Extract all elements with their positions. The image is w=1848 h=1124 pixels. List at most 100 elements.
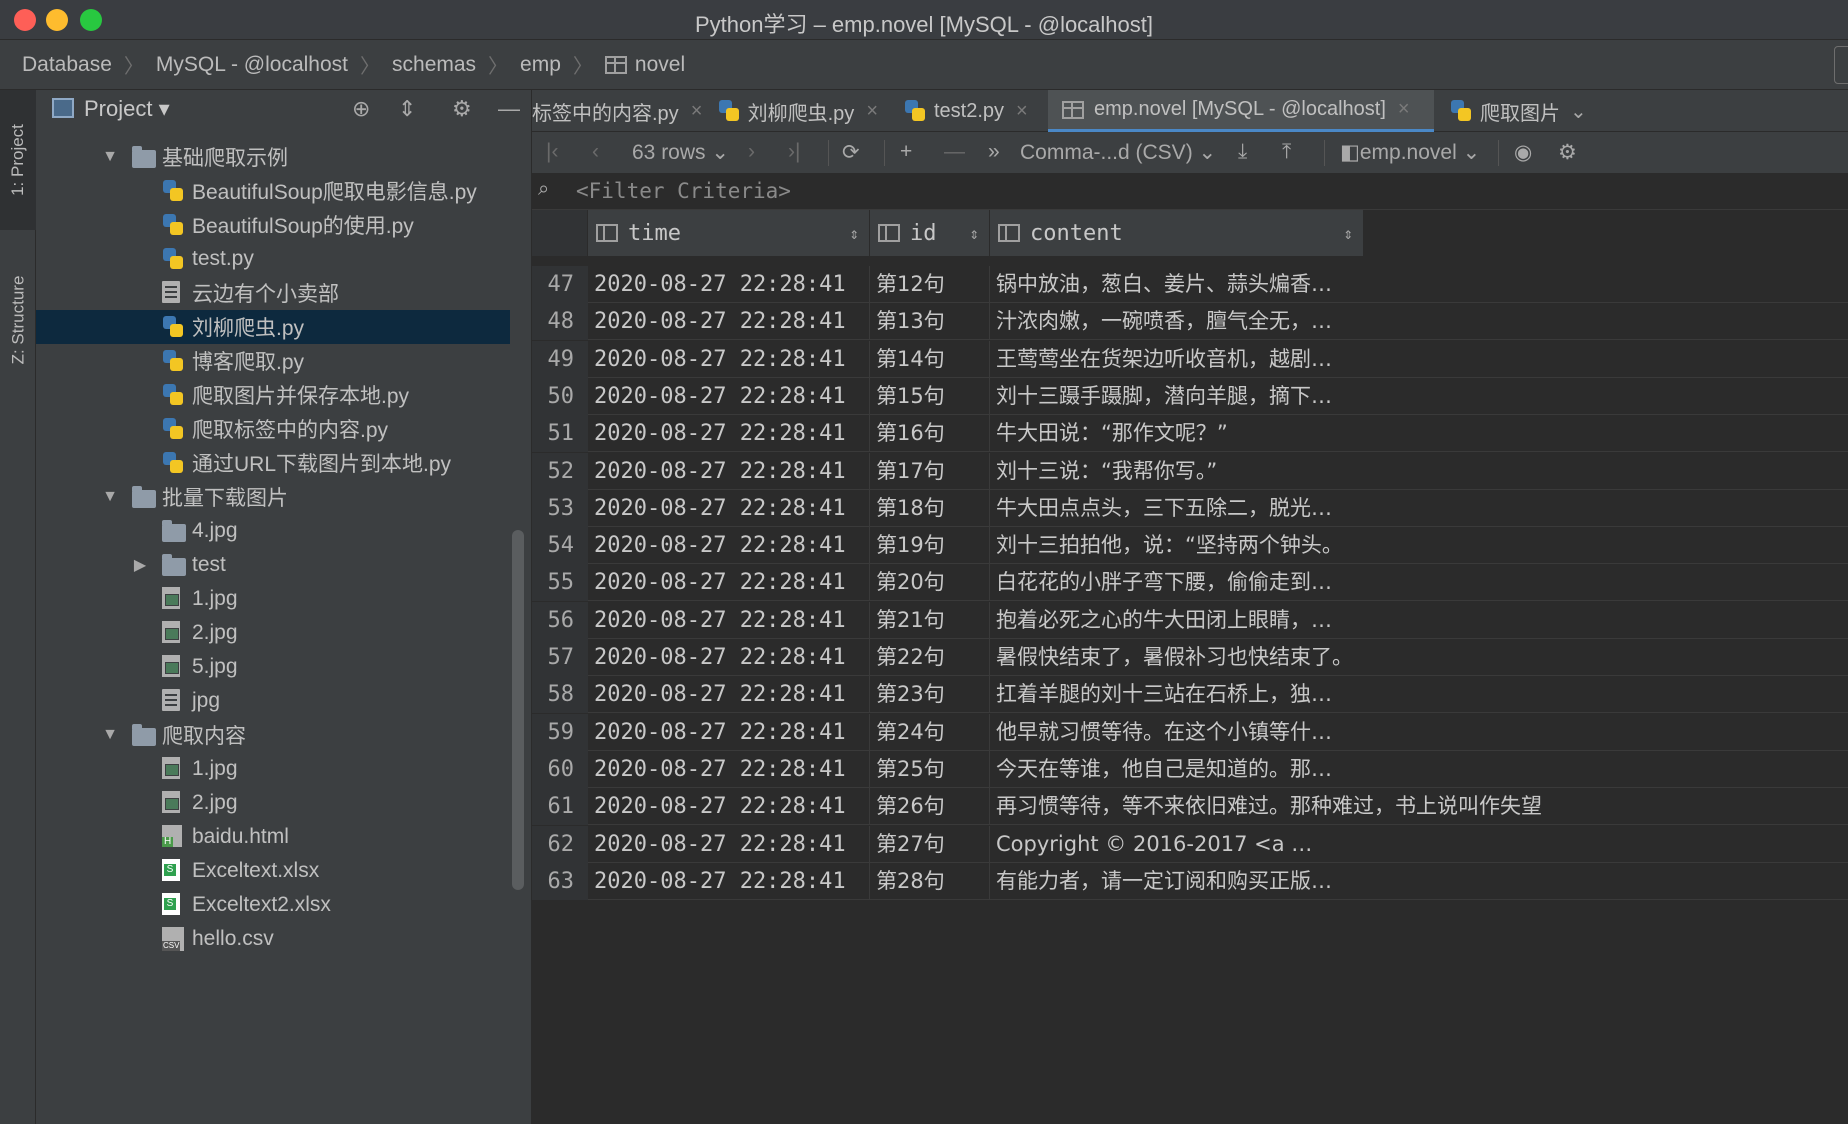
tool-tab-project[interactable]: 1: Project [0, 90, 36, 230]
cell-time[interactable]: 2020-08-27 22:28:41 [588, 601, 870, 639]
cell-content[interactable]: 白花花的小胖子弯下腰，偷偷走到… [990, 564, 1848, 602]
cell-time[interactable]: 2020-08-27 22:28:41 [588, 639, 870, 676]
rows-selector[interactable]: 63 rows ⌄ [632, 140, 729, 165]
cell-time[interactable]: 2020-08-27 22:28:41 [588, 303, 870, 341]
first-page-icon[interactable]: |‹ [546, 140, 558, 164]
expand-arrow-icon[interactable]: ▼ [102, 148, 118, 166]
eye-icon[interactable]: ◉ [1514, 140, 1532, 165]
cell-id[interactable]: 第20句 [870, 564, 990, 602]
cell-id[interactable]: 第25句 [870, 750, 990, 788]
tab-liuliu-py[interactable]: 刘柳爬虫.py × [718, 90, 878, 132]
gear-icon[interactable]: ⚙ [452, 96, 472, 122]
tree-file[interactable]: 1.jpg [36, 752, 510, 786]
close-icon[interactable]: × [866, 100, 878, 123]
cell-id[interactable]: 第19句 [870, 527, 990, 565]
download-icon[interactable]: ⤓ [1238, 140, 1247, 164]
cell-content[interactable]: 刘十三说：“我帮你写。” [990, 453, 1848, 490]
tree-file[interactable]: 爬取图片并保存本地.py [36, 378, 510, 412]
table-row[interactable]: 55 2020-08-27 22:28:41 第20句 白花花的小胖子弯下腰，偷偷走到… [532, 564, 1848, 602]
tree-file[interactable]: 博客爬取.py [36, 344, 510, 378]
tree-file[interactable]: 5.jpg [36, 650, 510, 684]
sort-icon[interactable]: ⇕ [1343, 224, 1353, 243]
cell-content[interactable]: 刘十三拍拍他，说：“坚持两个钟头。 [990, 527, 1848, 565]
close-icon[interactable]: × [1016, 100, 1028, 123]
sort-icon[interactable]: ⇕ [969, 224, 979, 243]
tree-file[interactable]: jpg [36, 684, 510, 718]
expand-arrow-icon[interactable]: ▼ [102, 726, 118, 744]
table-row[interactable]: 47 2020-08-27 22:28:41 第12句 锅中放油，葱白、姜片、蒜头煸香… [532, 266, 1848, 303]
tree-folder[interactable]: ▶ test [36, 548, 510, 582]
datasource-selector[interactable]: ◧emp.novel ⌄ [1340, 140, 1480, 165]
cell-id[interactable]: 第23句 [870, 676, 990, 714]
cell-id[interactable]: 第16句 [870, 415, 990, 453]
more-icon[interactable]: » [988, 140, 1000, 164]
tree-file[interactable]: 刘柳爬虫.py [36, 310, 510, 344]
cell-id[interactable]: 第18句 [870, 489, 990, 527]
tree-folder[interactable]: ▼ 爬取内容 [36, 718, 510, 752]
cell-time[interactable]: 2020-08-27 22:28:41 [588, 788, 870, 826]
cell-content[interactable]: 锅中放油，葱白、姜片、蒜头煸香… [990, 266, 1848, 303]
collapse-arrow-icon[interactable]: ▶ [132, 555, 148, 575]
cell-content[interactable]: 他早就习惯等待。在这个小镇等什… [990, 714, 1848, 751]
export-format-selector[interactable]: Comma-...d (CSV) ⌄ [1020, 140, 1216, 165]
breadcrumb-item-database[interactable]: Database [22, 53, 112, 77]
cell-content[interactable]: 汁浓肉嫩，一碗喷香，膻气全无，… [990, 303, 1848, 341]
previous-page-icon[interactable]: ‹ [592, 140, 599, 164]
cell-time[interactable]: 2020-08-27 22:28:41 [588, 489, 870, 527]
tree-file[interactable]: hello.csv [36, 922, 510, 956]
column-header-time[interactable]: time ⇕ [588, 210, 870, 256]
cell-id[interactable]: 第27句 [870, 825, 990, 863]
tab-paqu-tupian[interactable]: 爬取图片 ⌄ [1450, 90, 1848, 132]
tab-emp-novel[interactable]: emp.novel [MySQL - @localhost] × [1048, 90, 1434, 132]
tab-test2-py[interactable]: test2.py × [904, 90, 1044, 132]
project-view-selector[interactable]: Project ▾ [84, 96, 170, 122]
breadcrumb-item-mysql[interactable]: MySQL - @localhost [156, 53, 348, 77]
table-row[interactable]: 63 2020-08-27 22:28:41 第28句 有能力者，请一定订阅和购买正版… [532, 862, 1848, 900]
collapse-all-icon[interactable]: ⇕ [398, 96, 416, 122]
cell-time[interactable]: 2020-08-27 22:28:41 [588, 713, 870, 751]
table-row[interactable]: 57 2020-08-27 22:28:41 第22句 暑假快结束了，暑假补习也快结束… [532, 639, 1848, 676]
breadcrumb-item-schemas[interactable]: schemas [392, 53, 476, 77]
last-page-icon[interactable]: ›| [788, 140, 800, 164]
tree-file[interactable]: BeautifulSoup的使用.py [36, 208, 510, 242]
table-row[interactable]: 54 2020-08-27 22:28:41 第19句 刘十三拍拍他，说：“坚持两个钟… [532, 527, 1848, 565]
close-icon[interactable]: × [691, 100, 703, 123]
cell-id[interactable]: 第22句 [870, 639, 990, 676]
tree-file[interactable]: 通过URL下载图片到本地.py [36, 446, 510, 480]
cell-time[interactable]: 2020-08-27 22:28:41 [588, 452, 870, 490]
tree-folder[interactable]: ▼ 基础爬取示例 [36, 140, 510, 174]
cell-content[interactable]: 牛大田说：“那作文呢？” [990, 415, 1848, 453]
cell-id[interactable]: 第21句 [870, 601, 990, 639]
cell-id[interactable]: 第13句 [870, 303, 990, 341]
project-scrollbar[interactable] [512, 530, 524, 890]
cell-time[interactable]: 2020-08-27 22:28:41 [588, 750, 870, 788]
tree-file[interactable]: 2.jpg [36, 616, 510, 650]
cell-time[interactable]: 2020-08-27 22:28:41 [588, 527, 870, 565]
chevron-down-icon[interactable]: ⌄ [1570, 99, 1587, 124]
tree-file[interactable]: baidu.html [36, 820, 510, 854]
cell-id[interactable]: 第14句 [870, 340, 990, 378]
table-row[interactable]: 53 2020-08-27 22:28:41 第18句 牛大田点点头，三下五除二，脱光… [532, 489, 1848, 527]
cell-content[interactable]: 扛着羊腿的刘十三站在石桥上，独… [990, 676, 1848, 714]
cell-id[interactable]: 第28句 [870, 862, 990, 900]
table-row[interactable]: 59 2020-08-27 22:28:41 第24句 他早就习惯等待。在这个小镇等什… [532, 713, 1848, 751]
table-row[interactable]: 52 2020-08-27 22:28:41 第17句 刘十三说：“我帮你写。” [532, 452, 1848, 490]
tab-biaoqian-py[interactable]: 标签中的内容.py × [532, 90, 708, 132]
table-row[interactable]: 62 2020-08-27 22:28:41 第27句 Copyright © 201… [532, 825, 1848, 863]
cell-content[interactable]: 牛大田点点头，三下五除二，脱光… [990, 490, 1848, 527]
tree-file[interactable]: test.py [36, 242, 510, 276]
cell-content[interactable]: 刘十三蹑手蹑脚，潜向羊腿，摘下… [990, 378, 1848, 415]
sort-icon[interactable]: ⇕ [849, 224, 859, 243]
tree-folder[interactable]: ▼ 批量下载图片 [36, 480, 510, 514]
column-header-id[interactable]: id ⇕ [870, 210, 990, 256]
refresh-icon[interactable]: ⟳ [842, 140, 860, 165]
cell-time[interactable]: 2020-08-27 22:28:41 [588, 564, 870, 602]
locate-file-icon[interactable]: ⊕ [352, 96, 370, 122]
column-header-content[interactable]: content ⇕ [990, 210, 1364, 256]
cell-content[interactable]: 抱着必死之心的牛大田闭上眼睛，… [990, 602, 1848, 639]
tree-file[interactable]: 1.jpg [36, 582, 510, 616]
tree-file[interactable]: 2.jpg [36, 786, 510, 820]
cell-id[interactable]: 第17句 [870, 452, 990, 490]
cell-time[interactable]: 2020-08-27 22:28:41 [588, 825, 870, 863]
breadcrumb-item-emp[interactable]: emp [520, 53, 561, 77]
